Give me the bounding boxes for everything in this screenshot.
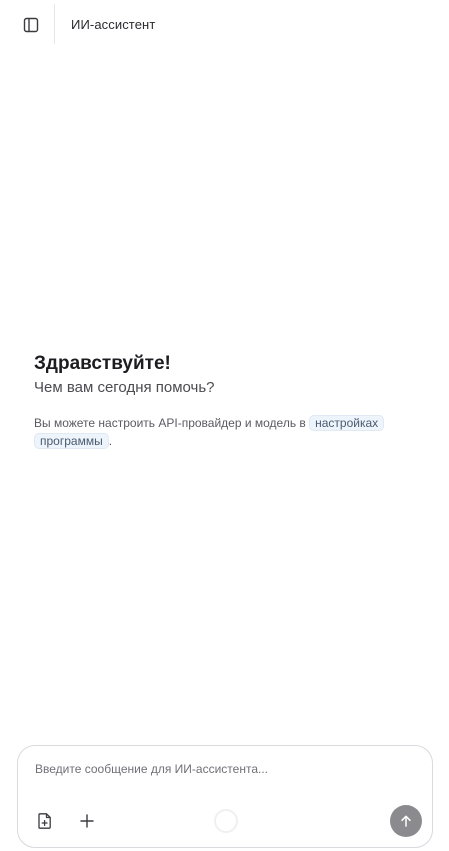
attach-file-button[interactable] bbox=[34, 810, 56, 832]
welcome-title: Здравствуйте! bbox=[34, 353, 171, 374]
arrow-up-icon bbox=[401, 815, 411, 827]
add-button[interactable] bbox=[76, 810, 98, 832]
plus-icon bbox=[80, 814, 94, 828]
sidebar-toggle-button[interactable] bbox=[20, 14, 42, 36]
welcome-panel: Здравствуйте! Чем вам сегодня помочь? Вы… bbox=[34, 352, 414, 450]
send-button[interactable] bbox=[390, 805, 422, 837]
sidebar-panel-icon bbox=[23, 17, 39, 33]
welcome-note-suffix: . bbox=[108, 434, 113, 448]
app-window: ИИ-ассистент Здравствуйте! Чем вам сегод… bbox=[0, 0, 449, 851]
message-composer bbox=[17, 745, 433, 848]
welcome-subtitle: Чем вам сегодня помочь? bbox=[34, 379, 215, 396]
page-title: ИИ-ассистент bbox=[71, 17, 156, 32]
welcome-note: Вы можете настроить API-провайдер и моде… bbox=[34, 414, 406, 450]
loading-indicator bbox=[214, 809, 238, 833]
file-plus-icon bbox=[38, 813, 51, 829]
message-input[interactable] bbox=[35, 760, 415, 778]
header: ИИ-ассистент bbox=[0, 0, 449, 48]
header-divider bbox=[54, 4, 55, 44]
welcome-note-text: Вы можете настроить API-провайдер и моде… bbox=[34, 416, 310, 430]
